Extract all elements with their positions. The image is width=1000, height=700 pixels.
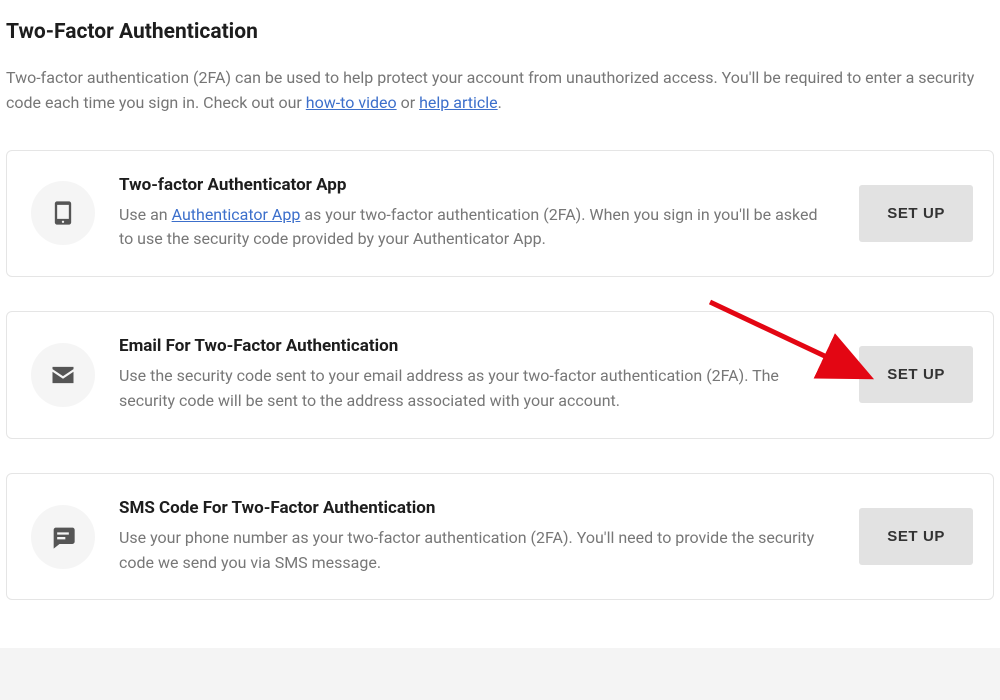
authenticator-app-link[interactable]: Authenticator App <box>172 205 301 224</box>
auth-app-desc-prefix: Use an <box>119 205 172 224</box>
intro-mid: or <box>397 93 419 112</box>
email-2fa-desc: Use the security code sent to your email… <box>119 364 835 414</box>
auth-app-desc: Use an Authenticator App as your two-fac… <box>119 203 835 253</box>
intro-text: Two-factor authentication (2FA) can be u… <box>6 66 994 116</box>
intro-suffix: . <box>498 93 502 112</box>
auth-app-title: Two-factor Authenticator App <box>119 175 835 195</box>
sms-2fa-title: SMS Code For Two-Factor Authentication <box>119 498 835 518</box>
chat-icon <box>31 505 95 569</box>
envelope-icon <box>31 343 95 407</box>
email-2fa-title: Email For Two-Factor Authentication <box>119 336 835 356</box>
auth-app-card: Two-factor Authenticator App Use an Auth… <box>6 150 994 278</box>
howto-video-link[interactable]: how-to video <box>306 93 397 112</box>
help-article-link[interactable]: help article <box>419 93 498 112</box>
footer-band <box>0 648 1000 700</box>
tablet-icon <box>31 181 95 245</box>
setup-sms-button[interactable]: SET UP <box>859 508 973 565</box>
sms-2fa-card: SMS Code For Two-Factor Authentication U… <box>6 473 994 601</box>
setup-email-button[interactable]: SET UP <box>859 346 973 403</box>
email-2fa-card: Email For Two-Factor Authentication Use … <box>6 311 994 439</box>
page-title: Two-Factor Authentication <box>6 20 994 44</box>
sms-2fa-desc: Use your phone number as your two-factor… <box>119 526 835 576</box>
setup-auth-app-button[interactable]: SET UP <box>859 185 973 242</box>
